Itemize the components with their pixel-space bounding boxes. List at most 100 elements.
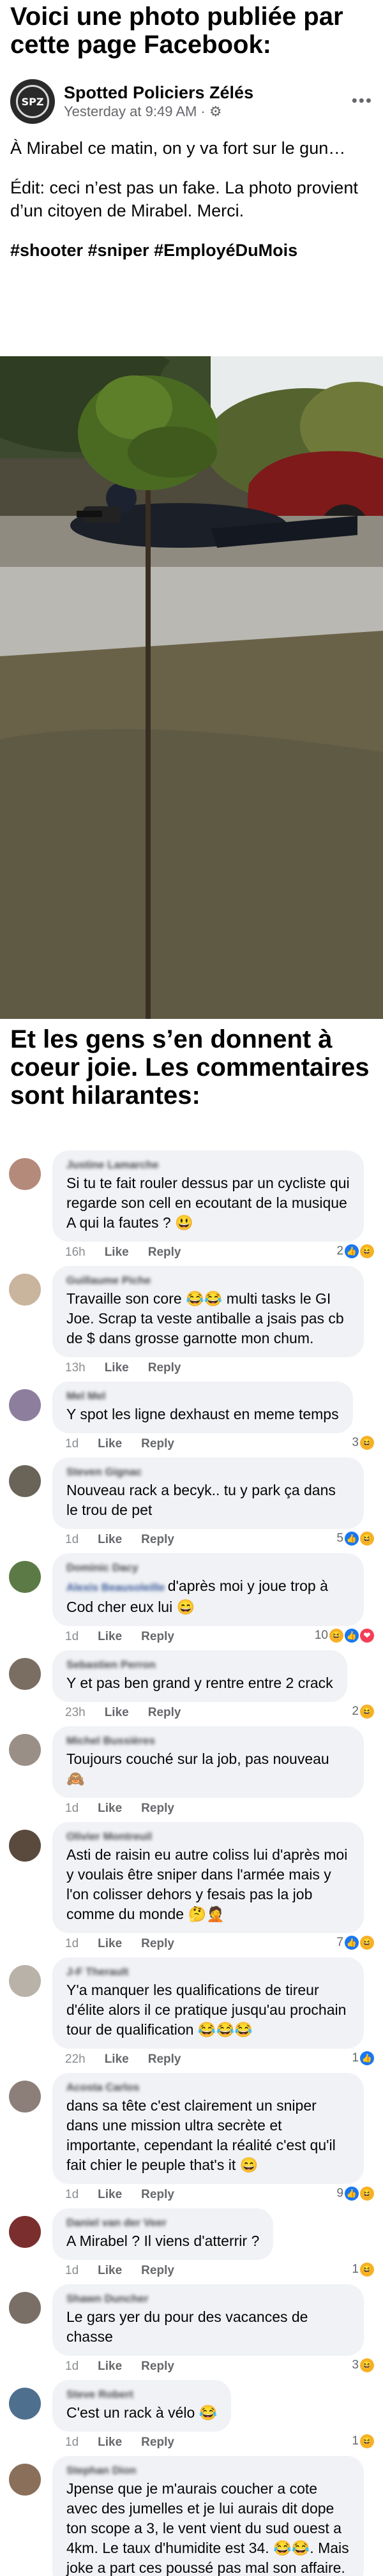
comment-bubble: Guillaume Piche Travaille son core 😂😂 mul…	[52, 1266, 364, 1357]
reaction-summary[interactable]: 5 👍 😆	[336, 1532, 374, 1546]
commenter-avatar[interactable]	[9, 1274, 41, 1306]
commenter-name[interactable]: Guillaume Piche	[66, 1272, 350, 1289]
reaction-summary[interactable]: 2 😆	[352, 1705, 374, 1719]
comment-time[interactable]: 1d	[65, 2188, 79, 2202]
love-reaction-icon: ❤	[360, 1629, 374, 1643]
commenter-avatar[interactable]	[9, 2464, 41, 2496]
reply-button[interactable]: Reply	[141, 1630, 174, 1644]
like-button[interactable]: Like	[98, 1533, 122, 1547]
comment-time[interactable]: 13h	[65, 1361, 86, 1375]
more-options-icon[interactable]: •••	[352, 91, 373, 110]
like-button[interactable]: Like	[105, 1361, 129, 1375]
comment-item: Olivier Montreuil Asti de raisin eu autre…	[9, 1822, 374, 1951]
comment-content: J-F Therault Y'a manquer les qualificatio…	[52, 1957, 374, 2067]
comment-time[interactable]: 1d	[65, 2264, 79, 2278]
like-button[interactable]: Like	[105, 2053, 129, 2067]
commenter-name[interactable]: Dominic Dacy	[66, 1560, 350, 1576]
commenter-name[interactable]: J-F Therault	[66, 1964, 350, 1980]
comment-time[interactable]: 23h	[65, 1706, 86, 1720]
comment-time[interactable]: 1d	[65, 1533, 79, 1547]
commenter-avatar[interactable]	[9, 1965, 41, 1997]
like-reaction-icon: 👍	[345, 2187, 359, 2201]
commenter-name[interactable]: Mel Mel	[66, 1388, 339, 1405]
like-button[interactable]: Like	[98, 2360, 122, 2374]
comment-bubble: Steven Gignac Nouveau rack a becyk.. tu y…	[52, 1457, 364, 1529]
reply-button[interactable]: Reply	[148, 1361, 181, 1375]
reaction-summary[interactable]: 1 👍	[352, 2051, 374, 2065]
commenter-avatar[interactable]	[9, 2388, 41, 2420]
page-avatar[interactable]: SPZ	[10, 79, 55, 124]
commenter-avatar[interactable]	[9, 1158, 41, 1190]
reply-button[interactable]: Reply	[141, 1437, 174, 1451]
commenter-name[interactable]: Stephan Dion	[66, 2462, 350, 2479]
comment-time[interactable]: 1d	[65, 2436, 79, 2450]
like-button[interactable]: Like	[98, 2436, 122, 2450]
like-button[interactable]: Like	[98, 1937, 122, 1951]
comment-actions: 1d Like Reply	[52, 1802, 374, 1816]
reaction-summary[interactable]: 1 😆	[352, 2434, 374, 2448]
reply-button[interactable]: Reply	[141, 1533, 174, 1547]
like-button[interactable]: Like	[98, 2188, 122, 2202]
post-hashtags[interactable]: #shooter #sniper #EmployéDuMois	[10, 239, 373, 262]
commenter-avatar[interactable]	[9, 1561, 41, 1593]
commenter-name[interactable]: Steve Robert	[66, 2386, 217, 2403]
reply-button[interactable]: Reply	[141, 2264, 174, 2278]
facebook-post: SPZ Spotted Policiers Zélés Yesterday at…	[0, 70, 383, 356]
commenter-avatar[interactable]	[9, 2216, 41, 2248]
commenter-name[interactable]: Steven Gignac	[66, 1464, 350, 1480]
like-button[interactable]: Like	[105, 1706, 129, 1720]
comment-time[interactable]: 16h	[65, 1246, 86, 1260]
commenter-name[interactable]: Acosta Carlos	[66, 2079, 350, 2096]
reaction-summary[interactable]: 9 👍 😆	[336, 2187, 374, 2201]
reply-button[interactable]: Reply	[141, 2360, 174, 2374]
comment-text-line: dans sa tête c'est clairement un sniper …	[66, 2097, 336, 2173]
post-header: SPZ Spotted Policiers Zélés Yesterday at…	[10, 70, 373, 125]
like-button[interactable]: Like	[105, 1246, 129, 1260]
comment-actions: 1d Like Reply	[52, 1437, 374, 1451]
comment-time[interactable]: 1d	[65, 2360, 79, 2374]
reply-button[interactable]: Reply	[148, 1706, 181, 1720]
commenter-name[interactable]: Michel Bussières	[66, 1733, 350, 1749]
comment-content: Olivier Montreuil Asti de raisin eu autre…	[52, 1822, 374, 1951]
commenter-avatar[interactable]	[9, 2292, 41, 2324]
like-button[interactable]: Like	[98, 1630, 122, 1644]
reaction-summary[interactable]: 2 👍 😆	[336, 1244, 374, 1258]
commenter-avatar[interactable]	[9, 1734, 41, 1766]
post-photo[interactable]	[0, 356, 383, 1019]
tagged-user[interactable]: Alexis Beausoleille	[66, 1581, 168, 1593]
reaction-summary[interactable]: 3 😆	[352, 1436, 374, 1450]
commenter-avatar[interactable]	[9, 2081, 41, 2113]
commenter-name[interactable]: Shawn Duncher	[66, 2291, 350, 2307]
comment-time[interactable]: 1d	[65, 1802, 79, 1816]
like-button[interactable]: Like	[98, 1437, 122, 1451]
commenter-avatar[interactable]	[9, 1830, 41, 1862]
comment-actions: 1d Like Reply	[52, 1937, 374, 1951]
like-button[interactable]: Like	[98, 1802, 122, 1816]
commenter-avatar[interactable]	[9, 1389, 41, 1421]
page-name[interactable]: Spotted Policiers Zélés	[64, 82, 253, 103]
commenter-name[interactable]: Sebastien Perron	[66, 1657, 333, 1673]
comment-time[interactable]: 1d	[65, 1630, 79, 1644]
reaction-summary[interactable]: 10 😆 👍 ❤	[315, 1629, 374, 1643]
post-timestamp[interactable]: Yesterday at 9:49 AM · ⚙	[64, 103, 253, 121]
reaction-count: 2	[336, 1244, 343, 1258]
comment-time[interactable]: 1d	[65, 1437, 79, 1451]
reply-button[interactable]: Reply	[141, 1802, 174, 1816]
commenter-name[interactable]: Daniel van der Veer	[66, 2215, 259, 2231]
reaction-summary[interactable]: 7 👍 😆	[336, 1936, 374, 1950]
comment-time[interactable]: 1d	[65, 1937, 79, 1951]
reaction-summary[interactable]: 1 😆	[352, 2263, 374, 2277]
commenter-name[interactable]: Justine Lamarche	[66, 1157, 350, 1173]
reply-button[interactable]: Reply	[148, 2053, 181, 2067]
reply-button[interactable]: Reply	[141, 2436, 174, 2450]
reaction-summary[interactable]: 3 😆	[352, 2358, 374, 2372]
reply-button[interactable]: Reply	[141, 1937, 174, 1951]
comment-time[interactable]: 22h	[65, 2053, 86, 2067]
reply-button[interactable]: Reply	[148, 1246, 181, 1260]
commenter-name[interactable]: Olivier Montreuil	[66, 1828, 350, 1845]
commenter-avatar[interactable]	[9, 1465, 41, 1497]
like-button[interactable]: Like	[98, 2264, 122, 2278]
comment-text-line: C'est un rack à vélo 😂	[66, 2404, 218, 2421]
reply-button[interactable]: Reply	[141, 2188, 174, 2202]
commenter-avatar[interactable]	[9, 1658, 41, 1690]
